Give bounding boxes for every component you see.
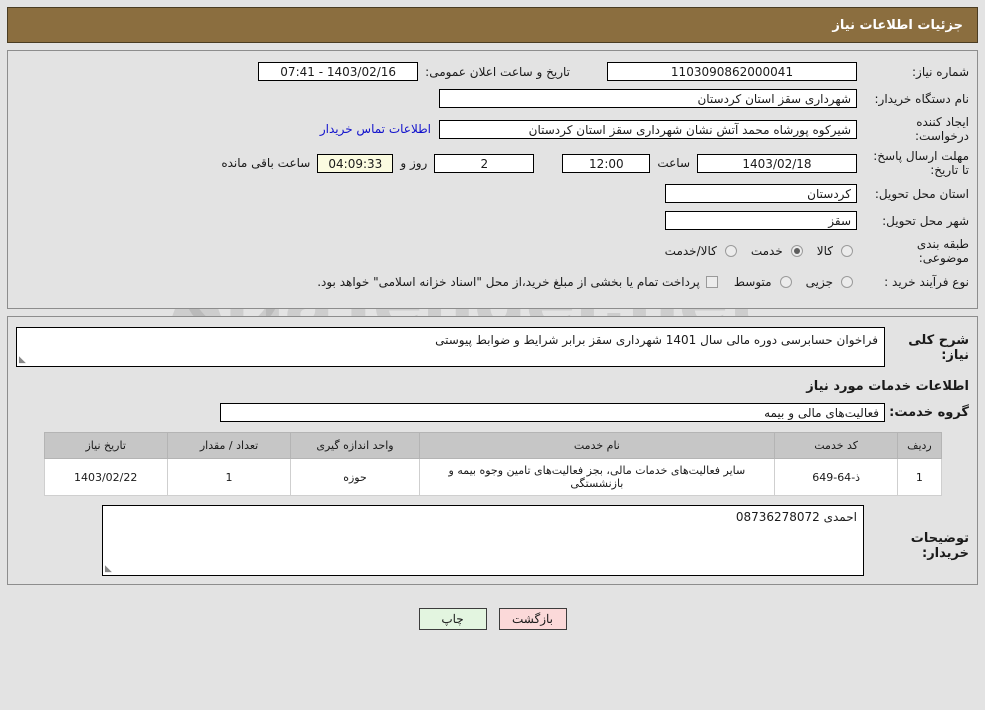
delivery-city-label: شهر محل تحویل:: [882, 213, 969, 228]
buyer-notes-value: احمدی 08736278072: [735, 510, 857, 524]
need-info-panel: شماره نیاز: 1103090862000041 تاریخ و ساع…: [7, 50, 978, 309]
row-delivery-province: استان محل تحویل: کردستان: [16, 183, 969, 204]
buyer-org-value: شهرداری سقز استان کردستان: [439, 89, 857, 108]
cell-radif: 1: [897, 458, 942, 496]
need-number-value: 1103090862000041: [607, 62, 857, 81]
process-radio-jozii[interactable]: [841, 275, 853, 288]
description-label: شرح کلی نیاز:: [908, 333, 969, 363]
cell-unit: حوزه: [290, 458, 420, 496]
page-header: جزئیات اطلاعات نیاز: [7, 7, 978, 43]
cell-name: سایر فعالیت‌های خدمات مالی، بجز فعالیت‌ه…: [418, 458, 775, 496]
row-service-group: گروه خدمت: فعالیت‌های مالی و بیمه: [16, 403, 969, 422]
buyer-contact-link[interactable]: اطلاعات تماس خریدار: [312, 122, 439, 136]
service-details-panel: شرح کلی نیاز: فراخوان حسابرسی دوره مالی …: [7, 316, 978, 585]
notes-resize-grip-icon[interactable]: ◢: [105, 564, 115, 574]
table-header-row: ردیف کد خدمت نام خدمت واحد اندازه گیری ت…: [43, 432, 942, 459]
buyer-notes-textarea[interactable]: احمدی 08736278072 ◢: [102, 505, 864, 576]
delivery-province-label: استان محل تحویل:: [874, 186, 969, 201]
service-group-label: گروه خدمت:: [889, 405, 969, 420]
row-deadline: مهلت ارسال پاسخ: تا تاریخ: 1403/02/18 سا…: [16, 149, 969, 177]
return-button[interactable]: بازگشت: [498, 608, 567, 630]
hour-label: ساعت: [657, 156, 690, 170]
announce-datetime-value: 1403/02/16 - 07:41: [258, 62, 419, 81]
creator-label: ایجاد کننده درخواست:: [915, 115, 969, 143]
row-delivery-city: شهر محل تحویل: سقز: [16, 210, 969, 231]
need-number-label: شماره نیاز:: [912, 64, 969, 79]
cell-need-date: 1403/02/22: [43, 458, 168, 496]
treasury-note-text: پرداخت تمام یا بخشی از مبلغ خرید،از محل …: [317, 274, 700, 289]
row-process-type: نوع فرآیند خرید : جزیی متوسط پرداخت تمام…: [16, 271, 969, 292]
delivery-city-value: سقز: [665, 211, 857, 230]
th-code: کد خدمت: [773, 432, 899, 459]
days-label: روز و: [400, 156, 428, 170]
row-buyer-org: نام دستگاه خریدار: شهرداری سقز استان کرد…: [16, 88, 969, 109]
th-unit: واحد اندازه گیری: [290, 432, 420, 459]
cell-quantity: 1: [166, 458, 292, 496]
announce-datetime-label: تاریخ و ساعت اعلان عمومی:: [425, 64, 570, 79]
hour-value: 12:00: [562, 153, 651, 173]
row-creator: ایجاد کننده درخواست: شیرکوه پورشاه محمد …: [16, 115, 969, 143]
row-category: طبقه بندی موضوعی: کالا خدمت کالا/خدمت: [16, 237, 969, 265]
deadline-date-value: 1403/02/18: [697, 153, 857, 173]
cell-code: ذ-64-649: [773, 458, 899, 496]
th-quantity: تعداد / مقدار: [166, 432, 292, 459]
process-type-label: نوع فرآیند خرید :: [884, 274, 969, 289]
category-label: طبقه بندی موضوعی:: [916, 237, 969, 265]
treasury-bond-checkbox[interactable]: [705, 275, 718, 288]
creator-value: شیرکوه پورشاه محمد آتش نشان شهرداری سقز …: [439, 119, 857, 139]
row-buyer-notes: توضیحات خریدار: احمدی 08736278072 ◢: [16, 505, 969, 576]
category-label-kala: کالا: [816, 244, 833, 258]
category-label-khedmat: خدمت: [750, 244, 783, 258]
resize-grip-icon[interactable]: ◢: [19, 355, 29, 365]
delivery-province-value: کردستان: [665, 184, 857, 203]
process-label-jozii: جزیی: [805, 274, 833, 289]
row-need-number: شماره نیاز: 1103090862000041 تاریخ و ساع…: [16, 61, 969, 82]
deadline-label: مهلت ارسال پاسخ: تا تاریخ:: [873, 149, 969, 177]
service-group-value: فعالیت‌های مالی و بیمه: [220, 403, 885, 422]
process-radio-motevaset[interactable]: [779, 275, 792, 288]
buyer-org-label: نام دستگاه خریدار:: [874, 91, 970, 106]
footer-bar: بازگشت چاپ: [0, 585, 985, 639]
category-radio-kala-khedmat[interactable]: [724, 245, 737, 257]
category-label-kala-khedmat: کالا/خدمت: [664, 244, 717, 258]
print-button[interactable]: چاپ: [418, 608, 487, 630]
th-need-date: تاریخ نیاز: [43, 432, 168, 459]
buyer-notes-label: توضیحات خریدار:: [910, 531, 969, 561]
th-radif: ردیف: [897, 432, 942, 459]
th-name: نام خدمت: [418, 432, 775, 459]
countdown-suffix-label: ساعت باقی مانده: [221, 156, 311, 170]
page-title: جزئیات اطلاعات نیاز: [832, 17, 963, 33]
services-table: ردیف کد خدمت نام خدمت واحد اندازه گیری ت…: [43, 432, 942, 496]
process-label-motevaset: متوسط: [733, 274, 772, 289]
button-group: بازگشت چاپ: [8, 608, 977, 630]
description-textarea[interactable]: فراخوان حسابرسی دوره مالی سال 1401 شهردا…: [16, 327, 885, 367]
category-radio-khedmat[interactable]: [790, 245, 803, 257]
services-section-title: اطلاعات خدمات مورد نیاز: [806, 379, 969, 394]
description-value: فراخوان حسابرسی دوره مالی سال 1401 شهردا…: [435, 333, 878, 347]
row-description: شرح کلی نیاز: فراخوان حسابرسی دوره مالی …: [16, 327, 969, 367]
days-remaining-value: 2: [434, 153, 535, 173]
table-row: 1 ذ-64-649 سایر فعالیت‌های خدمات مالی، ب…: [43, 458, 942, 496]
countdown-timer: 04:09:33: [317, 153, 394, 173]
category-radio-kala[interactable]: [841, 245, 853, 257]
